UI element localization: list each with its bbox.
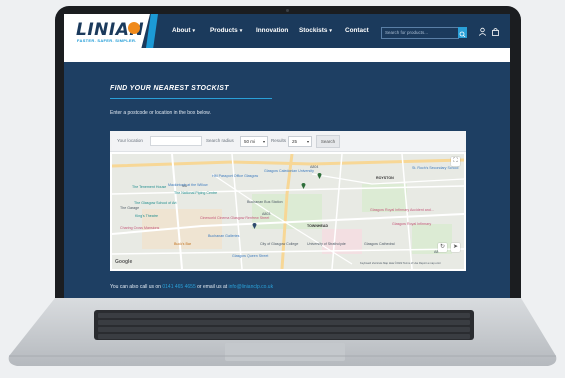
white-banner [64,48,510,62]
results-label: Results [271,138,287,143]
chevron-down-icon: ▾ [192,28,195,34]
map-label-glasgow-cathedral: Glasgow Cathedral [364,242,395,246]
map-label-royal-infirmary: Glasgow Royal Infirmary [392,222,432,226]
map-label-bucks-bar: Buck's Bar [174,242,192,246]
intro-text: Enter a postcode or location in the box … [110,110,211,116]
browser-screen: LINIAN FASTER. SAFER. SIMPLER. About ▾ Pr… [64,14,510,298]
map-label-the-garage: The Garage [120,206,140,210]
search-button[interactable] [458,27,467,38]
email-link[interactable]: info@linianclp.co.uk [229,284,274,290]
chevron-down-icon: ▾ [329,28,332,34]
map-label-cineworld: Cineworld Cinema Glasgow Renfrew Street [200,216,270,220]
nav-item-contact[interactable]: Contact [345,27,369,34]
webcam [286,9,289,12]
account-icon[interactable] [478,27,487,36]
map-label-tenement: The Tenement House [132,185,167,189]
stockist-map[interactable]: A804 M8 ROYSTON TOWNHEAD The Tenement Ho… [112,154,464,269]
map-label-st-roch: St. Roch's Secondary School [412,166,459,170]
chevron-down-icon: ▾ [306,139,309,144]
stockist-locator: Your location Search radius 50 mi ▾ Resul… [110,131,466,271]
logo-flame-icon [128,22,140,34]
refresh-icon[interactable]: ↻ [438,243,447,252]
stockist-pin-icon[interactable] [301,182,306,189]
map-label-a803: A803 [262,212,271,216]
map-label-caledonian: Glasgow Caledonian University [264,169,314,173]
map-label-passport-office: HM Passport Office Glasgow [212,174,259,178]
nav-item-about[interactable]: About ▾ [172,27,195,34]
map-label-university-strathclyde: University of Strathclyde [307,242,346,246]
map-label-royston: ROYSTON [376,176,394,180]
results-select[interactable]: 25 ▾ [288,136,312,147]
map-label-mackintosh: Mackintosh at the Willow [168,183,208,187]
map-label-charing-cross: Charing Cross Mansions [120,226,160,230]
map-attribution[interactable]: Keyboard shortcuts Map data ©2022 Terms … [360,262,441,265]
google-logo: Google [115,259,133,265]
nav-item-products[interactable]: Products ▾ [210,27,242,34]
map-label-kings-theatre: King's Theatre [135,214,158,218]
map-label-royal-infirmary-ae: Glasgow Royal Infirmary Accident and... [370,208,434,212]
site-header: LINIAN FASTER. SAFER. SIMPLER. About ▾ Pr… [64,14,510,48]
map-label-national-piping: The National Piping Centre [174,191,218,195]
stockist-pin-icon[interactable] [317,172,322,179]
map-label-glasgow-school-art: The Glasgow School of Art [134,201,177,205]
map-label-townhead: TOWNHEAD [307,224,329,228]
nav-item-innovation[interactable]: Innovation [256,27,288,34]
title-underline [110,98,272,99]
footer-text-before: You can also call us on [110,284,161,290]
stockist-pin-icon[interactable] [252,222,257,229]
page-title: FIND YOUR NEAREST STOCKIST [110,85,229,92]
location-label: Your location [117,138,143,143]
fullscreen-icon[interactable]: ⛶ [451,157,460,166]
chevron-down-icon: ▾ [262,139,265,144]
map-label-buchanan-bus: Buchanan Bus Station [247,200,283,204]
radius-label: Search radius [206,138,234,143]
search-icon [459,31,466,38]
nav-item-stockists[interactable]: Stockists ▾ [299,27,332,34]
map-label-buchanan-galleries: Buchanan Galleries [208,234,240,238]
contact-footer: You can also call us on 0141 465 4655 or… [110,284,273,290]
laptop-base [8,298,557,366]
phone-link[interactable]: 0141 465 4655 [162,284,195,290]
my-location-icon[interactable]: ➤ [451,243,460,252]
footer-text-middle: or email us at [197,284,228,290]
locator-search-button[interactable]: Search [316,135,340,148]
location-input[interactable] [150,136,202,146]
chevron-down-icon: ▾ [239,28,243,34]
map-label-queen-street: Glasgow Queen Street [232,254,269,258]
locator-controls: Your location Search radius 50 mi ▾ Resul… [110,131,466,152]
header-search [381,27,459,39]
cart-icon[interactable] [491,27,500,36]
logo-tagline: FASTER. SAFER. SIMPLER. [77,38,137,43]
logo[interactable]: LINIAN FASTER. SAFER. SIMPLER. [64,14,150,48]
radius-select[interactable]: 50 mi ▾ [240,136,268,147]
search-input[interactable] [385,29,455,36]
map-label-city-college: City of Glasgow College [260,242,299,246]
